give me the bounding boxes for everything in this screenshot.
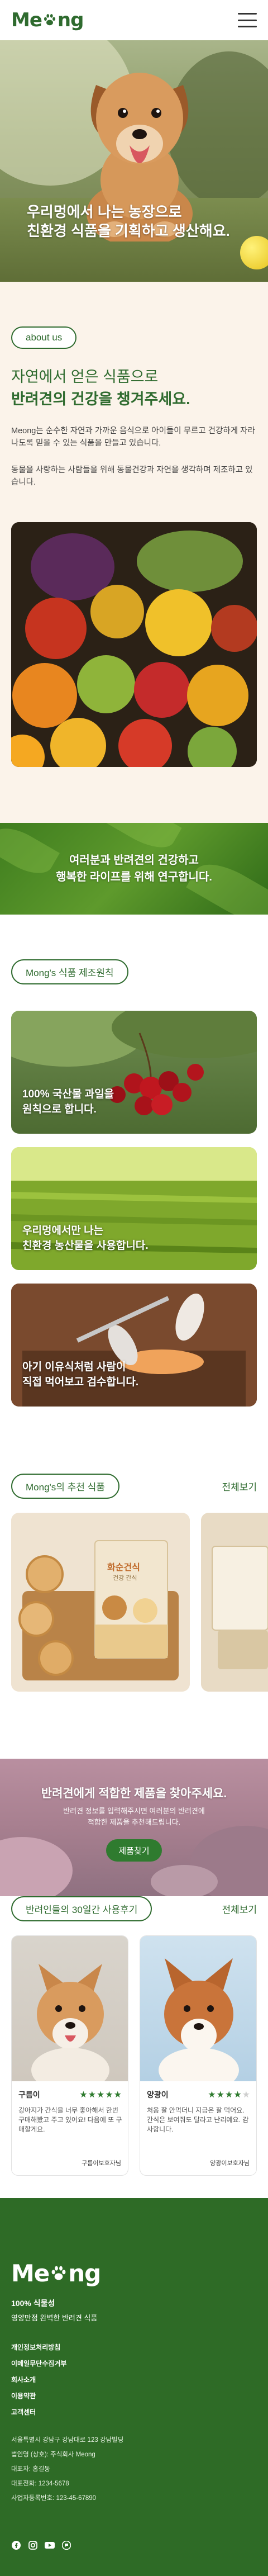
review-photo-corgi <box>12 1936 128 2092</box>
review-text: 강아지가 간식을 너무 좋아해서 한번 구매해봤고 주고 있어요! 다음에 또 … <box>18 2106 122 2133</box>
find-product-button[interactable]: 제품찾기 <box>106 1839 162 1862</box>
review-photo-corgi-2 <box>140 1936 256 2092</box>
fruit-basket-image <box>11 522 257 767</box>
footer-link-about[interactable]: 회사소개 <box>11 2375 66 2384</box>
principle-card-field: 우리멍에서만 나는 친환경 농산물을 사용합니다. <box>11 1147 257 1270</box>
principle-card-cherries: 100% 국산물 과일을 원칙으로 합니다. <box>11 1011 257 1134</box>
blog-icon[interactable] <box>61 2540 71 2550</box>
reviews-see-all-link[interactable]: 전체보기 <box>222 1902 257 1916</box>
principles-badge: Mong's 식품 제조원칙 <box>11 959 128 984</box>
find-title: 반려견에게 적합한 제품을 찾아주세요. <box>41 1787 227 1800</box>
find-subtitle: 반려견 정보를 입력해주시면 여러분의 반려견에 적합한 제품을 추천해드립니다… <box>63 1807 205 1826</box>
product-card-1[interactable]: 화순건식 건강 간식 <box>11 1513 190 1692</box>
principle-caption-1: 100% 국산물 과일을 원칙으로 합니다. <box>22 1088 114 1115</box>
reviews-badge: 반려인들의 30일간 사용후기 <box>11 1896 152 1921</box>
about-paragraph-1: Meong는 순수한 자연과 가까운 음식으로 아이들이 무르고 건강하게 자라… <box>11 427 255 448</box>
footer-link-terms[interactable]: 이용약관 <box>11 2391 66 2400</box>
principle-caption-2: 우리멍에서만 나는 친환경 농산물을 사용합니다. <box>22 1225 149 1252</box>
footer-tagline-1: 100% 식물성 <box>11 2299 55 2308</box>
reviewer-name: 양광이 <box>147 2090 169 2099</box>
paw-icon <box>51 2266 66 2280</box>
hero-section: 우리멍에서 나는 농장으로 친환경 식품을 기획하고 생산해요. <box>0 40 268 282</box>
hamburger-menu-icon[interactable] <box>238 13 257 27</box>
about-paragraph-2: 동물을 사랑하는 사람들을 위해 동물건강과 자연을 생각하며 제조하고 있습니… <box>11 466 253 487</box>
review-author: 양광이보호자님 <box>210 2160 250 2167</box>
footer-link-privacy[interactable]: 개인정보처리방침 <box>11 2342 66 2352</box>
principle-card-cooking: 아기 이유식처럼 사람이 직접 먹어보고 검수합니다. <box>11 1284 257 1407</box>
principle-caption-3: 아기 이유식처럼 사람이 직접 먹어보고 검수합니다. <box>22 1361 139 1388</box>
facebook-icon[interactable] <box>11 2540 21 2550</box>
principles-section: Mong's 식품 제조원칙 100% 국산물 과일을 원칙으로 합니다. 우리… <box>0 915 268 1474</box>
footer-company-info: 서울특별시 강남구 강남대로 123 강남빌딩 법인명 (상호): 주식회사 M… <box>11 2437 124 2502</box>
paw-icon <box>44 14 55 26</box>
footer: Me ng 100% 식물성 영양만점 완벽한 반려견 식품 개인정보처리방침 … <box>0 2198 268 2576</box>
review-author: 구름이보호자님 <box>82 2160 121 2167</box>
footer-links: 개인정보처리방침 이메일무단수집거부 회사소개 이용약관 고객센터 <box>11 2342 66 2423</box>
footer-tagline-2: 영양만점 완벽한 반려견 식품 <box>11 2314 98 2322</box>
about-section: about us 자연에서 얻은 식품으로 반려견의 건강을 챙겨주세요. Me… <box>0 282 268 823</box>
footer-social <box>11 2540 71 2550</box>
review-card-1[interactable]: 구름이 ★★★★★ 강아지가 간식을 너무 좋아해서 한번 구매해봤고 주고 있… <box>11 1935 128 2176</box>
about-badge: about us <box>11 326 77 349</box>
reviewer-name: 구름이 <box>18 2090 40 2099</box>
reviews-section: 반려인들의 30일간 사용후기 전체보기 구름이 ★★★★★ 강아지가 간식을 … <box>0 1896 268 2198</box>
hero-headline: 우리멍에서 나는 농장으로 친환경 식품을 기획하고 생산해요. <box>27 203 230 239</box>
review-card-2[interactable]: 양광이 ★★★★★ 처음 잘 안먹더니 지금은 잘 먹어요. 간식은 보여줘도 … <box>140 1935 257 2176</box>
logo-text-left: Me <box>11 9 42 31</box>
product-label: 화순건식 <box>107 1563 140 1573</box>
youtube-icon[interactable] <box>45 2540 55 2550</box>
logo[interactable]: Me ng <box>11 9 84 31</box>
review-body: 구름이 ★★★★★ 강아지가 간식을 너무 좋아해서 한번 구매해봤고 주고 있… <box>18 2089 122 2134</box>
review-body: 양광이 ★★★★★ 처음 잘 안먹더니 지금은 잘 먹어요. 간식은 보여줘도 … <box>147 2089 251 2134</box>
logo-text-right: ng <box>57 9 84 31</box>
footer-link-email-policy[interactable]: 이메일무단수집거부 <box>11 2359 66 2368</box>
footer-link-support[interactable]: 고객센터 <box>11 2407 66 2417</box>
header: Me ng <box>0 0 268 40</box>
product-card-2[interactable] <box>201 1513 268 1692</box>
rating-stars: ★★★★★ <box>79 2090 122 2100</box>
banner-text: 여러분과 반려견의 건강하고 행복한 라이프를 위해 연구합니다. <box>56 854 212 883</box>
recommend-section: Mong's의 추천 식품 전체보기 화순건식 건강 간식 <box>0 1474 268 1759</box>
mission-banner: 여러분과 반려견의 건강하고 행복한 라이프를 위해 연구합니다. <box>0 823 268 915</box>
recommend-badge: Mong's의 추천 식품 <box>11 1474 119 1499</box>
instagram-icon[interactable] <box>28 2540 38 2550</box>
review-text: 처음 잘 안먹더니 지금은 잘 먹어요. 간식은 보여줘도 달라고 난리예요. … <box>147 2106 249 2133</box>
product-sublabel: 건강 간식 <box>113 1575 137 1581</box>
recommend-see-all-link[interactable]: 전체보기 <box>222 1479 257 1493</box>
find-product-section: 반려견에게 적합한 제품을 찾아주세요. 반려견 정보를 입력해주시면 여러분의… <box>0 1759 268 1896</box>
rating-stars: ★★★★★ <box>208 2090 251 2100</box>
footer-logo[interactable]: Me ng <box>11 2260 101 2287</box>
about-title: 자연에서 얻은 식품으로 반려견의 건강을 챙겨주세요. <box>11 368 190 408</box>
